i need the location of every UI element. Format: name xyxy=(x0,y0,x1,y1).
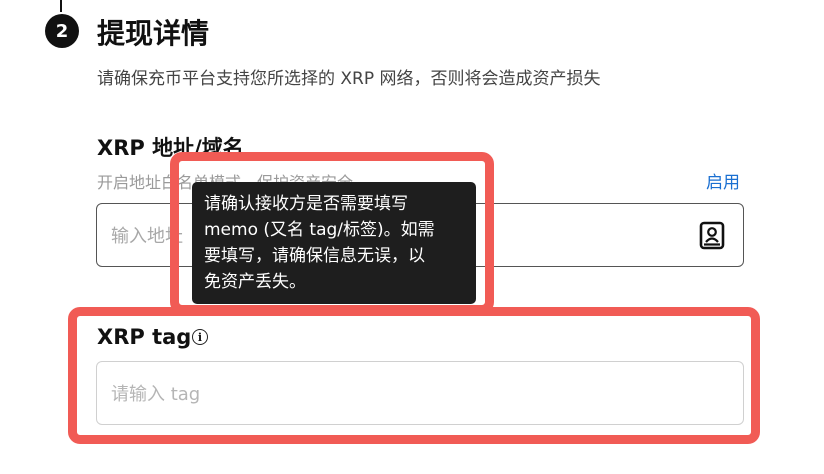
enable-whitelist-link[interactable]: 启用 xyxy=(706,170,740,196)
address-label: XRP 地址/域名 xyxy=(97,136,244,160)
step-connector-line xyxy=(60,0,62,12)
tag-label: XRP tag xyxy=(97,325,192,349)
section-title: 提现详情 xyxy=(97,17,210,50)
section-subtitle: 请确保充币平台支持您所选择的 XRP 网络，否则将会造成资产损失 xyxy=(97,69,601,89)
info-icon[interactable]: i xyxy=(192,329,208,345)
address-book-icon[interactable] xyxy=(698,220,726,252)
memo-tooltip: 请确认接收方是否需要填写 memo (又名 tag/标签)。如需 要填写，请确保… xyxy=(192,182,476,304)
tag-input[interactable]: 请输入 tag xyxy=(96,361,744,425)
step-number-badge: 2 xyxy=(45,14,79,48)
address-placeholder: 输入地址 xyxy=(111,226,183,247)
tag-placeholder: 请输入 tag xyxy=(111,384,201,405)
